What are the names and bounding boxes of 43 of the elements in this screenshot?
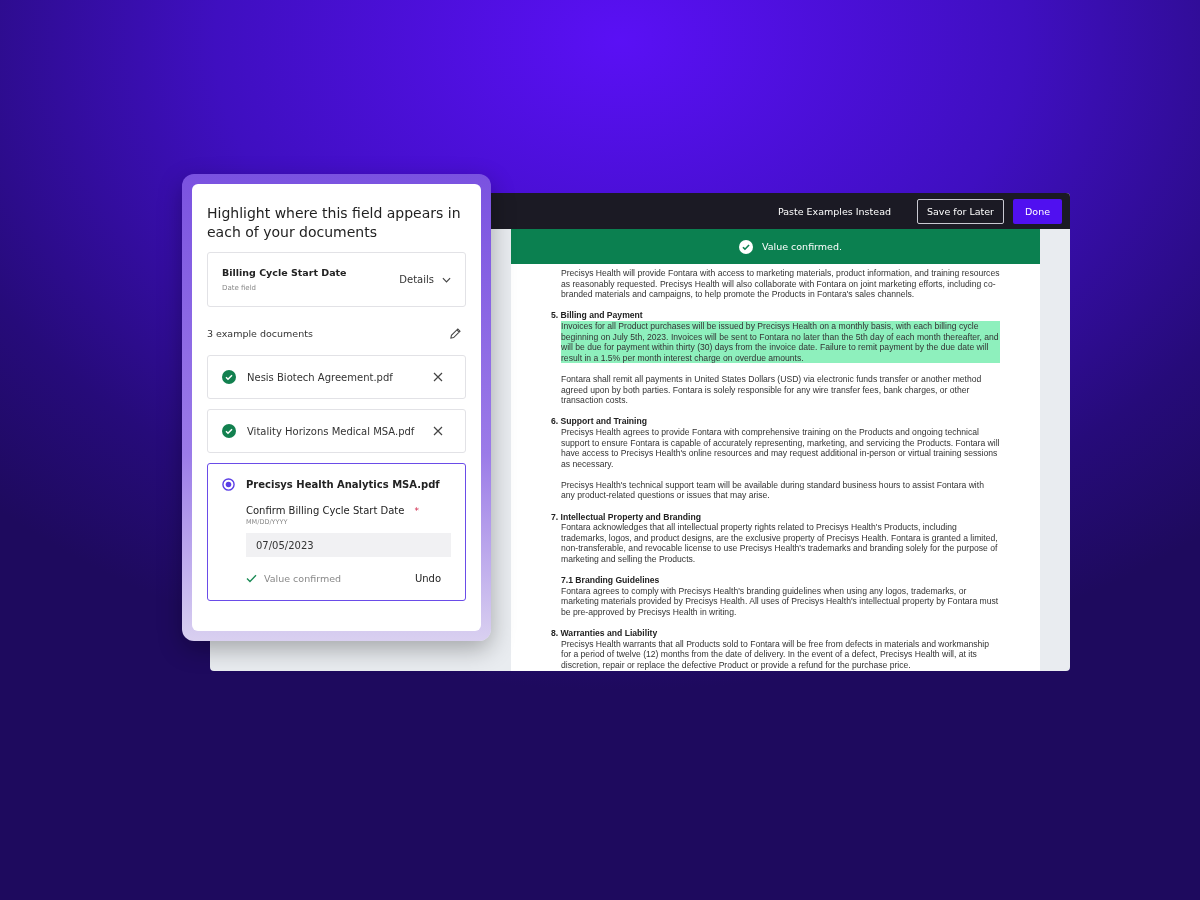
undo-button[interactable]: Undo (414, 573, 451, 584)
save-button[interactable]: Save for Later (917, 198, 1004, 224)
check-circle-icon (738, 239, 753, 254)
document-name: Precisys Health Analytics MSA.pdf (246, 479, 441, 490)
paragraph: Fontara agrees to comply with Precisys Health's branding guidelines when using any logos, trademarks, or marketing materials provided by Precisys Health. All uses of Precisys Health's intellectual property by Fontara must be pre-approved by Precisys Health in writing. (561, 585, 1000, 618)
edit-button[interactable] (449, 327, 462, 340)
paragraph: Precisys Health warrants that all Products sold to Fontara will be free from defects in materials and workmanship for a period of twelve (12) months from the date of delivery. In the event of a defect, Precisys Health will, at its discretion, repair or replace the defective Product or provide a refund for the purchase price. (561, 638, 990, 671)
section-heading: 7. Intellectual Property and Branding (551, 511, 702, 523)
pencil-icon (449, 327, 462, 340)
paragraph: Precisys Health's technical support team will be available during standard business hours to assist Fontara with any product-related questions or issues that may arise. (561, 479, 985, 502)
paragraph: Fontara acknowledges that all intellectual property rights related to Precisys Health's Products, including trademarks, logos, and product designs, are the exclusive property of Precisys Health. Fontara is granted a limited, non-transferable, and revocable license to use Precisys Health's trademarks and branding solely for the purpose of marketing and selling the Products. (561, 522, 999, 565)
remove-button[interactable] (433, 372, 443, 382)
paste-link[interactable]: Paste Examples Instead (768, 198, 900, 224)
document-name: Vitality Horizons Medical MSA.pdf (247, 425, 416, 437)
section-heading: 5. Billing and Payment (551, 310, 644, 321)
close-icon (433, 372, 443, 382)
check-icon (246, 574, 257, 583)
documents-count: 3 example documents (207, 328, 313, 339)
details-dropdown[interactable]: Details (399, 274, 451, 285)
close-icon (433, 426, 443, 436)
document-card[interactable]: Vitality Horizons Medical MSA.pdf (207, 409, 466, 453)
remove-button[interactable] (433, 426, 443, 436)
date-input[interactable]: 07/05/2023 (246, 533, 451, 557)
field-name: Billing Cycle Start Date (222, 267, 347, 278)
check-circle-icon (222, 370, 236, 384)
done-button[interactable]: Done (1013, 198, 1062, 224)
radio-selected-icon (222, 478, 235, 491)
paragraph: Precisys Health will provide Fontara with access to marketing materials, product information, and training resources as reasonably requested. Precisys Health will also collaborate with Fontara on joint marketing efforts, including co-branded materials and campaigns, to help promote the Products in Fontara's sales channels. (561, 268, 1000, 300)
confirm-label: Confirm Billing Cycle Start Date (246, 505, 405, 516)
banner-message: Value confirmed. (761, 241, 842, 252)
paragraph: Fontara shall remit all payments in United States Dollars (USD) via electronic funds transfer or another method agreed upon by both parties. Fontara is solely responsible for any wire transfer fees, bank charges, or other transaction costs. (561, 373, 983, 406)
required-mark: * (414, 506, 419, 516)
document-name: Nesis Biotech Agreement.pdf (247, 371, 394, 383)
section-heading: 8. Warranties and Liability (551, 628, 659, 639)
panel-title: Highlight where this field appears in each of your documents (207, 204, 462, 242)
highlighted-text: Invoices for all Product purchases will be issued by Precisys Health on a monthly basis, with each billing cycle beginning on July 5th, 2023. Invoices will be sent to Fontara no later than the 5th day of each month thereafter, and will be due for payment within thirty (30) days from the invoice date. Failure to remit payment by the due date will result in a 1.5% per month interest charge on overdue amounts. (561, 320, 1000, 364)
check-circle-icon (222, 424, 236, 438)
section-heading: 6. Support and Training (551, 416, 648, 427)
chevron-down-icon (442, 276, 451, 283)
section-heading: 7.1 Branding Guidelines (561, 575, 661, 586)
confirmation-text: Value confirmed (264, 573, 343, 584)
document-card[interactable]: Nesis Biotech Agreement.pdf (207, 355, 466, 399)
paragraph: Precisys Health agrees to provide Fontara with comprehensive training on the Products and ongoing technical support to ensure Fontara is capable of accurately representing, marketing, and servicing the Products. Fontara will have access to Precisys Health's online resources and may request additional in-person or virtual training sessions as necessary. (561, 426, 1000, 470)
